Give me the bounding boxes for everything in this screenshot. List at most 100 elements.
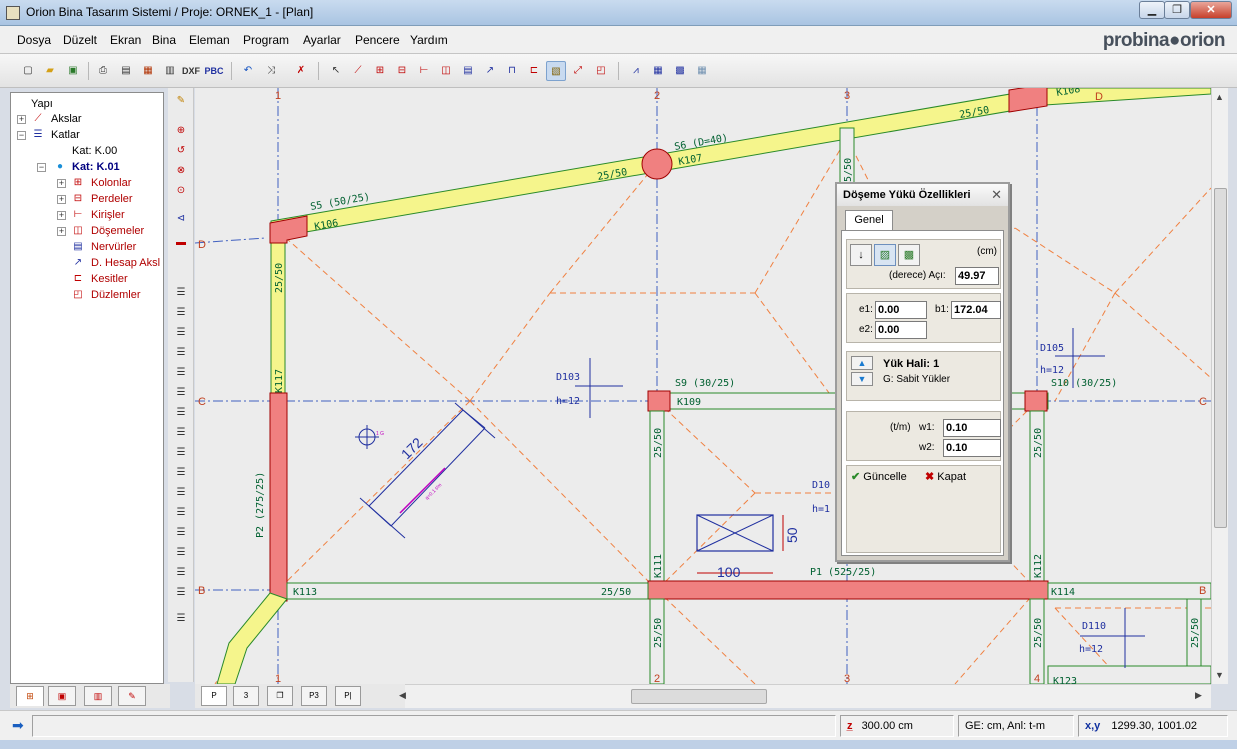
- e2-input[interactable]: 0.00: [875, 321, 927, 339]
- slab-load-icon[interactable]: ▧: [546, 61, 566, 81]
- open-folder-icon[interactable]: ▰: [40, 61, 60, 81]
- pencil-icon[interactable]: ✎: [171, 92, 191, 110]
- delete-icon[interactable]: ✗: [291, 61, 311, 81]
- tree-kolonlar[interactable]: Kolonlar: [91, 177, 131, 189]
- tool-17-icon[interactable]: ☰: [171, 610, 191, 628]
- close-button[interactable]: ✕: [1190, 1, 1232, 19]
- pbc-export-icon[interactable]: PBC: [204, 61, 224, 81]
- menu-program[interactable]: Program: [243, 33, 289, 47]
- expand-icon[interactable]: +: [17, 115, 26, 124]
- line-load[interactable]: [355, 402, 496, 539]
- dimension-icon[interactable]: ⊓: [502, 61, 522, 81]
- undo-icon[interactable]: ↶: [238, 61, 258, 81]
- tool-2-icon[interactable]: ☰: [171, 304, 191, 322]
- collapse-icon[interactable]: −: [37, 163, 46, 172]
- point-load-icon[interactable]: ↓: [850, 244, 872, 266]
- tool-11-icon[interactable]: ☰: [171, 484, 191, 502]
- menu-yardim[interactable]: Yardım: [410, 33, 448, 47]
- tool-14-icon[interactable]: ☰: [171, 544, 191, 562]
- structure-tab-icon[interactable]: ⊞: [16, 686, 44, 706]
- column-k108-end[interactable]: [1008, 88, 1048, 113]
- redo-icon[interactable]: ⤨: [261, 61, 281, 81]
- area-load-icon[interactable]: ▩: [898, 244, 920, 266]
- tree-katlar[interactable]: Katlar: [51, 129, 80, 141]
- vertical-scrollbar[interactable]: ▲ ▼: [1211, 88, 1228, 684]
- column-s6[interactable]: [641, 148, 673, 180]
- tree-duzlemler[interactable]: Düzlemler: [91, 289, 141, 301]
- dialog-close-icon[interactable]: ✕: [991, 187, 1002, 203]
- new-file-icon[interactable]: ▢: [18, 61, 38, 81]
- view-tab-split[interactable]: P|: [335, 686, 361, 706]
- collapse-icon[interactable]: −: [17, 131, 26, 140]
- print-preview-icon[interactable]: ▤: [116, 61, 136, 81]
- menu-pencere[interactable]: Pencere: [355, 33, 400, 47]
- tool-9-icon[interactable]: ☰: [171, 444, 191, 462]
- horizontal-scroll-thumb[interactable]: [631, 689, 767, 704]
- expand-icon[interactable]: +: [57, 195, 66, 204]
- tools-tab-icon[interactable]: ✎: [118, 686, 146, 706]
- load-case-down-icon[interactable]: ▼: [851, 372, 873, 386]
- snap-icon[interactable]: ⊲: [171, 210, 191, 228]
- rib-icon[interactable]: ▤: [458, 61, 478, 81]
- zoom-all-icon[interactable]: ⊙: [171, 182, 191, 200]
- horizontal-scrollbar[interactable]: ◀ ▶: [399, 684, 1211, 708]
- tree-nervurler[interactable]: Nervürler: [91, 241, 136, 253]
- menu-bina[interactable]: Bina: [152, 33, 176, 47]
- w2-input[interactable]: 0.10: [943, 439, 1001, 457]
- tool-16-icon[interactable]: ☰: [171, 584, 191, 602]
- reports-tab-icon[interactable]: ▥: [84, 686, 112, 706]
- view-tab-windows-icon[interactable]: ❐: [267, 686, 293, 706]
- line-load-icon[interactable]: ▨: [874, 244, 896, 266]
- menu-ayarlar[interactable]: Ayarlar: [303, 33, 341, 47]
- minimize-button[interactable]: ▁: [1139, 1, 1165, 19]
- expand-icon[interactable]: +: [57, 211, 66, 220]
- tool-4-icon[interactable]: ☰: [171, 344, 191, 362]
- stair-icon[interactable]: ⊏: [524, 61, 544, 81]
- expand-icon[interactable]: +: [57, 179, 66, 188]
- zoom-previous-icon[interactable]: ↺: [171, 142, 191, 160]
- view-tab-3d[interactable]: 3: [233, 686, 259, 706]
- tool-7-icon[interactable]: ☰: [171, 404, 191, 422]
- tool-1-icon[interactable]: ☰: [171, 284, 191, 302]
- tree-akslar[interactable]: Akslar: [51, 113, 82, 125]
- building-icon[interactable]: ▩: [670, 61, 690, 81]
- tree-kesitler[interactable]: Kesitler: [91, 273, 128, 285]
- tool-3-icon[interactable]: ☰: [171, 324, 191, 342]
- tree-kat-k00[interactable]: Kat: K.00: [72, 145, 117, 157]
- scroll-right-icon[interactable]: ▶: [1195, 690, 1202, 701]
- zoom-extents-icon[interactable]: ⊗: [171, 162, 191, 180]
- menu-eleman[interactable]: Eleman: [189, 33, 230, 47]
- save-icon[interactable]: ▣: [63, 61, 83, 81]
- select-arrow-icon[interactable]: ↖: [326, 61, 346, 81]
- tree-kat-k01[interactable]: Kat: K.01: [72, 161, 120, 173]
- view-tab-plan[interactable]: P: [201, 686, 227, 706]
- tool-6-icon[interactable]: ☰: [171, 384, 191, 402]
- b1-input[interactable]: 172.04: [951, 301, 1001, 319]
- scroll-down-icon[interactable]: ▼: [1215, 670, 1224, 680]
- report-icon[interactable]: ▥: [160, 61, 180, 81]
- wall-p1[interactable]: [647, 580, 1049, 600]
- beam-diagonal[interactable]: [216, 592, 288, 684]
- slab-icon[interactable]: ◫: [436, 61, 456, 81]
- scroll-up-icon[interactable]: ▲: [1215, 92, 1224, 102]
- axis-icon[interactable]: ⟋: [348, 61, 368, 81]
- arrow-right-icon[interactable]: ➡: [12, 717, 24, 734]
- tool-13-icon[interactable]: ☰: [171, 524, 191, 542]
- dialog-title[interactable]: Döşeme Yükü Özellikleri: [837, 184, 1008, 206]
- tree-d-hesap-aksl[interactable]: D. Hesap Aksl: [91, 257, 160, 269]
- load-case-up-icon[interactable]: ▲: [851, 356, 873, 370]
- vertical-scroll-thumb[interactable]: [1214, 188, 1227, 528]
- wall-p2[interactable]: [269, 392, 288, 602]
- tool-10-icon[interactable]: ☰: [171, 464, 191, 482]
- beam-icon[interactable]: ⊢: [414, 61, 434, 81]
- print-icon[interactable]: ⎙: [93, 61, 113, 81]
- tool-15-icon[interactable]: ☰: [171, 564, 191, 582]
- dxf-export-icon[interactable]: DXF: [181, 61, 201, 81]
- layout-icon[interactable]: ▦: [692, 61, 712, 81]
- plan-drawing[interactable]: 1 2 3 1 2 3 4 D C B D C B S5 (50/25) K10…: [195, 88, 1211, 684]
- tool-12-icon[interactable]: ☰: [171, 504, 191, 522]
- update-button[interactable]: ✔ Güncelle: [851, 468, 907, 486]
- 3d-view-icon[interactable]: ⩘: [626, 61, 646, 81]
- tool-5-icon[interactable]: ☰: [171, 364, 191, 382]
- angle-input[interactable]: 49.97: [955, 267, 999, 285]
